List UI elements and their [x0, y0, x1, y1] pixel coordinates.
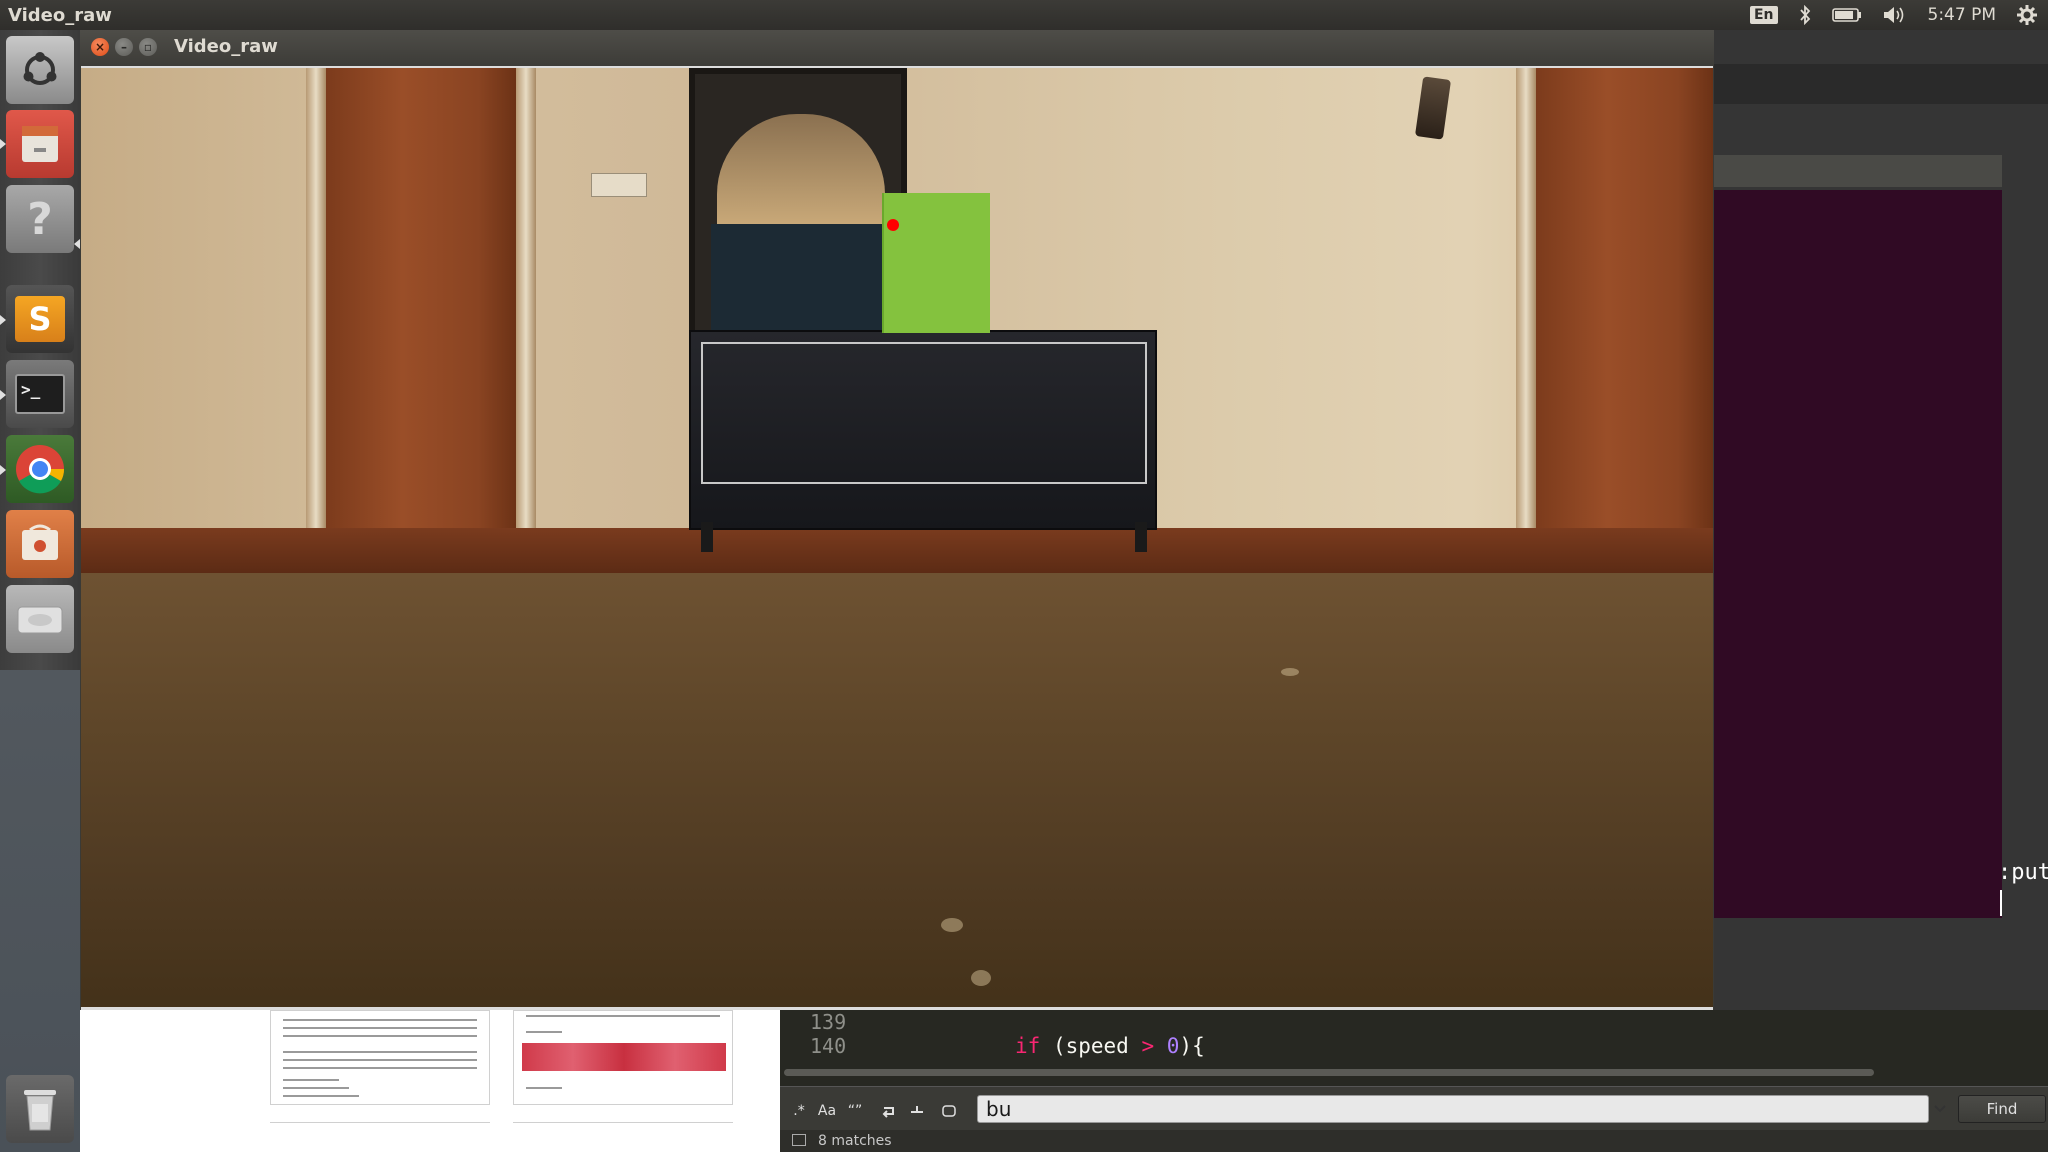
file-cabinet-icon [22, 126, 58, 162]
horizontal-scrollbar[interactable] [784, 1069, 1874, 1076]
battery-indicator[interactable] [1822, 0, 1872, 30]
bluetooth-icon [1799, 5, 1810, 25]
panel-toggle-icon[interactable] [792, 1134, 806, 1146]
in-selection-toggle[interactable] [904, 1100, 930, 1122]
terminal-window[interactable] [1712, 190, 2002, 918]
terminal-titlebar[interactable] [1712, 155, 2002, 187]
indicator-area: En 5:47 PM [1740, 0, 2048, 30]
in-selection-icon [911, 1106, 923, 1113]
launcher-software-center[interactable] [6, 510, 74, 578]
highlight-icon [942, 1105, 956, 1117]
clock[interactable]: 5:47 PM [1918, 0, 2007, 30]
maximize-icon: ▫ [143, 40, 153, 54]
launcher-trash[interactable] [6, 1075, 74, 1143]
find-button[interactable]: Find [1958, 1095, 2046, 1123]
close-button[interactable]: × [91, 38, 109, 56]
window-titlebar[interactable]: × – ▫ Video_raw [80, 30, 1714, 66]
scene-sideboard [689, 330, 1157, 552]
desktop: :put 139 140 if (speed > 0){ .* Aa “” bu… [0, 0, 2048, 1152]
window-title: Video_raw [174, 36, 278, 57]
battery-icon [1831, 8, 1861, 22]
line-number: 140 [810, 1034, 847, 1058]
highlight-matches-toggle[interactable] [936, 1100, 962, 1122]
launcher-files[interactable] [6, 110, 74, 178]
launcher-dash[interactable] [6, 36, 74, 104]
status-bar: 8 matches [780, 1130, 2048, 1152]
keyboard-indicator[interactable]: En [1740, 0, 1788, 30]
code-editor[interactable]: 139 140 if (speed > 0){ .* Aa “” bu Find [780, 1010, 2048, 1152]
speaker-icon [1883, 7, 1903, 23]
case-sensitive-toggle[interactable]: Aa [814, 1100, 840, 1122]
video-window[interactable]: × – ▫ Video_raw [80, 30, 1714, 1010]
ubuntu-logo-icon [23, 52, 57, 85]
document-viewer[interactable] [80, 1010, 780, 1152]
regex-toggle[interactable]: .* [786, 1100, 812, 1122]
launcher: ? S >_ [0, 30, 80, 1152]
question-mark-icon: ? [27, 193, 53, 245]
scene-door [1536, 68, 1713, 538]
scene-floor [81, 573, 1713, 1007]
whole-word-toggle[interactable]: “” [842, 1100, 868, 1122]
launcher-sublime-text[interactable]: S [6, 285, 74, 353]
minimize-icon: – [121, 40, 127, 54]
minimize-button[interactable]: – [115, 38, 133, 56]
software-center-icon [22, 524, 58, 560]
maximize-button[interactable]: ▫ [139, 38, 157, 56]
terminal-icon: >_ [15, 374, 65, 414]
trash-icon [24, 1090, 56, 1131]
top-panel: Video_raw En 5:47 PM [0, 0, 2048, 30]
scene-display-cabinet [689, 68, 907, 348]
terminal-text: :put [1998, 860, 2048, 885]
sublime-icon: S [15, 296, 65, 342]
close-icon: × [94, 40, 106, 54]
chevron-down-icon [1934, 1105, 1946, 1113]
document-page-thumbnail[interactable] [270, 1010, 490, 1105]
wrap-icon [882, 1107, 894, 1118]
chrome-icon [16, 445, 65, 494]
launcher-terminal[interactable]: >_ [6, 360, 74, 428]
wrap-toggle[interactable] [876, 1100, 902, 1122]
document-image-strip [522, 1043, 726, 1071]
line-number: 139 [810, 1010, 847, 1034]
code-line[interactable]: if (speed > 0){ [1015, 1034, 1205, 1058]
document-page-thumbnail[interactable] [513, 1010, 733, 1105]
sound-indicator[interactable] [1872, 0, 1918, 30]
video-frame [81, 66, 1713, 1010]
launcher-help[interactable]: ? [6, 185, 74, 253]
disk-icon [17, 606, 63, 634]
bluetooth-indicator[interactable] [1788, 0, 1822, 30]
tracked-object-box [882, 193, 990, 333]
tracking-centroid-dot [887, 219, 899, 231]
session-indicator[interactable] [2006, 0, 2048, 30]
find-history-dropdown[interactable] [1930, 1095, 1950, 1123]
find-input[interactable]: bu [977, 1095, 1929, 1123]
background-window-toolbar [1712, 64, 2048, 104]
status-text: 8 matches [818, 1133, 892, 1149]
launcher-chrome[interactable] [6, 435, 74, 503]
find-bar: .* Aa “” bu Find [780, 1086, 2048, 1130]
scene-wall-sign [591, 173, 647, 197]
terminal-cursor [2000, 890, 2002, 916]
scene-door [326, 68, 516, 538]
launcher-disk[interactable] [6, 585, 74, 653]
gear-icon [2017, 5, 2037, 25]
active-app-title: Video_raw [8, 4, 112, 26]
